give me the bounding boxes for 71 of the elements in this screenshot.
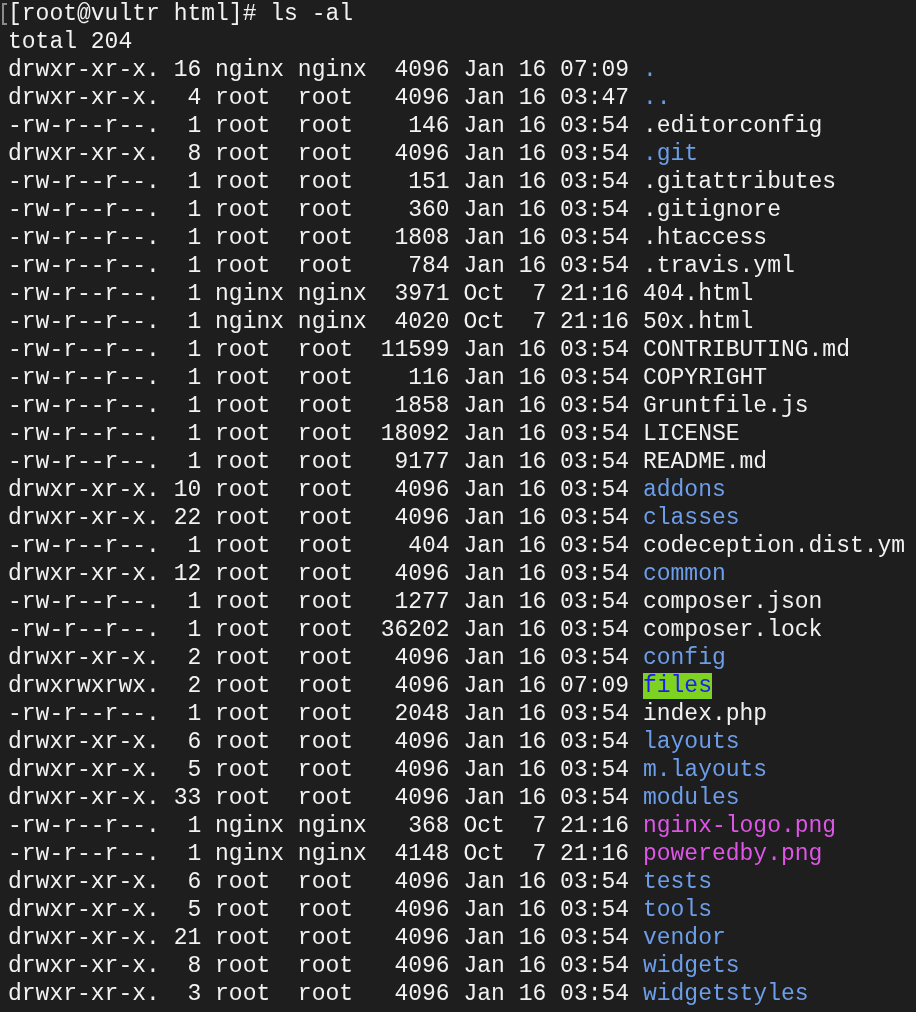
file-details: drwxr-xr-x. 22 root root 4096 Jan 16 03:54 [8,505,630,531]
file-details: drwxr-xr-x. 21 root root 4096 Jan 16 03:54 [8,925,630,951]
file-details: drwxr-xr-x. 33 root root 4096 Jan 16 03:54 [8,785,630,811]
file-name: composer.lock [642,617,823,643]
file-details: drwxr-xr-x. 8 root root 4096 Jan 16 03:54 [8,141,630,167]
file-details: -rw-r--r--. 1 root root 146 Jan 16 03:54 [8,113,630,139]
file-details: -rw-r--r--. 1 root root 1808 Jan 16 03:54 [8,225,630,251]
file-details: drwxr-xr-x. 3 root root 4096 Jan 16 03:54 [8,981,630,1007]
file-details: drwxr-xr-x. 12 root root 4096 Jan 16 03:54 [8,561,630,587]
file-details: -rw-r--r--. 1 root root 36202 Jan 16 03:54 [8,617,630,643]
file-details: -rw-r--r--. 1 root root 18092 Jan 16 03:54 [8,421,630,447]
file-details: -rw-r--r--. 1 nginx nginx 4020 Oct 7 21:16 [8,309,630,335]
file-details: -rw-r--r--. 1 nginx nginx 368 Oct 7 21:16 [8,813,630,839]
file-details: drwxr-xr-x. 16 nginx nginx 4096 Jan 16 07:09 [8,57,630,83]
file-name: .travis.yml [642,253,795,279]
file-details: drwxr-xr-x. 8 root root 4096 Jan 16 03:54 [8,953,630,979]
bracket-icon [2,3,7,25]
file-details: drwxr-xr-x. 6 root root 4096 Jan 16 03:54 [8,869,630,895]
file-name: .git [642,141,699,167]
file-name: nginx-logo.png [642,813,837,839]
file-details: -rw-r--r--. 1 root root 9177 Jan 16 03:54 [8,449,630,475]
file-details: -rw-r--r--. 1 root root 360 Jan 16 03:54 [8,197,630,223]
file-details: -rw-r--r--. 1 root root 784 Jan 16 03:54 [8,253,630,279]
file-name: poweredby.png [642,841,823,867]
file-name: . [642,57,657,83]
file-details: drwxr-xr-x. 6 root root 4096 Jan 16 03:54 [8,729,630,755]
file-name: m.layouts [642,757,768,783]
total-line: total 204 [8,29,133,55]
file-name: .gitignore [642,197,781,223]
file-name: .editorconfig [642,113,823,139]
file-name: composer.json [642,589,823,615]
file-details: -rw-r--r--. 1 root root 1277 Jan 16 03:54 [8,589,630,615]
file-name: addons [642,477,726,503]
file-name: README.md [642,449,768,475]
file-details: -rw-r--r--. 1 root root 1858 Jan 16 03:54 [8,393,630,419]
file-name: Gruntfile.js [642,393,809,419]
command-prompt: [root@vultr html]# ls -al [8,1,354,27]
file-details: -rw-r--r--. 1 root root 404 Jan 16 03:54 [8,533,630,559]
file-details: drwxr-xr-x. 2 root root 4096 Jan 16 03:54 [8,645,630,671]
file-name: widgets [642,953,740,979]
file-details: drwxr-xr-x. 10 root root 4096 Jan 16 03:54 [8,477,630,503]
file-name: 404.html [642,281,754,307]
file-name: COPYRIGHT [642,365,768,391]
file-name: config [642,645,726,671]
file-name: index.php [642,701,768,727]
file-name: .gitattributes [642,169,837,195]
file-details: -rw-r--r--. 1 root root 2048 Jan 16 03:54 [8,701,630,727]
file-name: tests [642,869,712,895]
file-details: -rw-r--r--. 1 nginx nginx 4148 Oct 7 21:16 [8,841,630,867]
file-name: widgetstyles [642,981,809,1007]
file-name: layouts [642,729,740,755]
file-name: classes [642,505,740,531]
file-details: -rw-r--r--. 1 root root 151 Jan 16 03:54 [8,169,630,195]
file-name: .htaccess [642,225,768,251]
file-name: CONTRIBUTING.md [642,337,850,363]
file-details: -rw-r--r--. 1 nginx nginx 3971 Oct 7 21:16 [8,281,630,307]
file-details: drwxr-xr-x. 5 root root 4096 Jan 16 03:54 [8,757,630,783]
file-name: LICENSE [642,421,740,447]
file-name: common [642,561,726,587]
file-details: -rw-r--r--. 1 root root 116 Jan 16 03:54 [8,365,630,391]
file-name: vendor [642,925,726,951]
file-name: .. [642,85,671,111]
file-name: modules [642,785,740,811]
file-name: tools [642,897,712,923]
file-name: 50x.html [642,309,754,335]
file-name: files [642,673,712,699]
file-details: drwxrwxrwx. 2 root root 4096 Jan 16 07:09 [8,673,630,699]
file-details: drwxr-xr-x. 4 root root 4096 Jan 16 03:47 [8,85,630,111]
file-name: codeception.dist.ym [642,533,906,559]
file-details: drwxr-xr-x. 5 root root 4096 Jan 16 03:54 [8,897,630,923]
file-details: -rw-r--r--. 1 root root 11599 Jan 16 03:54 [8,337,630,363]
